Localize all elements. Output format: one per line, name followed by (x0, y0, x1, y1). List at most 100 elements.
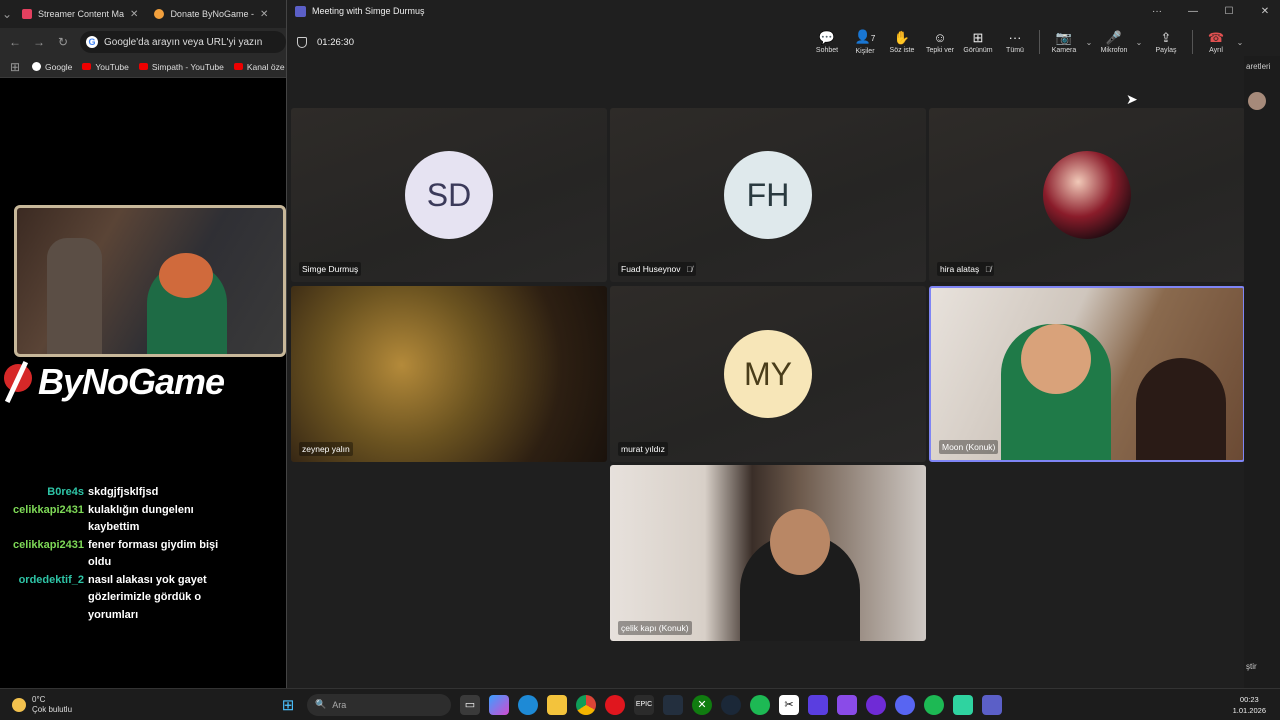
chat-text: kulaklığın dungelenı kaybettim (88, 503, 194, 534)
system-clock[interactable]: 00:23 1.01.2026 (1233, 694, 1266, 716)
people-button[interactable]: 👤7 Kişiler (847, 22, 883, 62)
address-bar[interactable]: G Google'da arayın veya URL'yi yazın (80, 31, 286, 53)
teams-icon[interactable] (982, 694, 1002, 715)
participant-tile[interactable]: SD Simge Durmuş (291, 108, 607, 282)
participant-tile[interactable]: MY murat yıldız (610, 286, 926, 462)
bookmark-youtube[interactable]: YouTube (82, 61, 129, 72)
windows-start-icon[interactable]: ⊞ (278, 695, 298, 715)
participant-name: murat yıldız (618, 442, 668, 456)
copilot-icon[interactable] (489, 694, 509, 715)
participant-tile[interactable]: hira alataş 🎙̸ (929, 108, 1245, 282)
meeting-toolbar: 01:26:30 💬 Sohbet 👤7 Kişiler ✋ Söz iste … (287, 22, 1280, 62)
edge-browser-icon[interactable] (518, 694, 538, 715)
chat-username: celikkapi2431 (13, 503, 84, 516)
participant-name-text: çelik kapı (Konuk) (621, 623, 689, 633)
spotify-icon[interactable] (750, 694, 770, 715)
participant-tile[interactable]: çelik kapı (Konuk) (610, 465, 926, 641)
youtube-icon (233, 63, 243, 70)
browser-omnibar: ← → ↻ G Google'da arayın veya URL'yi yaz… (0, 28, 286, 56)
more-label: Tümü (1006, 46, 1024, 54)
xbox-icon[interactable]: ✕ (692, 694, 712, 715)
participant-tile[interactable]: zeynep yalın (291, 286, 607, 462)
view-button[interactable]: ⊞ Görünüm (959, 22, 997, 62)
bookmark-label: Kanal öze (246, 61, 285, 72)
reload-icon[interactable]: ↻ (56, 35, 70, 49)
file-explorer-icon[interactable] (547, 694, 567, 715)
chat-bubble-icon: 💬 (818, 29, 836, 45)
camera-button[interactable]: 📷 Kamera (1046, 22, 1082, 62)
minimize-icon[interactable]: — (1178, 6, 1208, 17)
avatar: SD (405, 151, 493, 239)
participant-name: Simge Durmuş (299, 262, 362, 276)
meeting-title: Meeting with Simge Durmuş (312, 6, 425, 16)
participant-tile-active-speaker[interactable]: Moon (Konuk) (929, 286, 1245, 462)
taskbar-apps: ⊞ 🔍 Ara ▭ EPIC ✕ ✂ (278, 693, 1002, 716)
clock-date: 1.01.2026 (1232, 706, 1266, 715)
toolbar-divider (1192, 30, 1193, 54)
obs-icon[interactable] (866, 694, 886, 715)
raise-hand-button[interactable]: ✋ Söz iste (883, 22, 921, 62)
chat-message: B0re4s skdgjfjsklfjsd (0, 484, 286, 502)
weather-widget[interactable]: 0°C Çok bulutlu (0, 695, 278, 715)
amazon-games-icon[interactable] (663, 694, 683, 715)
chat-label: Sohbet (815, 46, 839, 54)
spotify-icon[interactable] (924, 694, 944, 715)
close-tab-icon[interactable]: ✕ (260, 9, 268, 20)
search-icon: 🔍 (315, 699, 327, 709)
close-window-icon[interactable]: ✕ (1250, 6, 1280, 17)
tab-label: Donate ByNoGame - (170, 9, 254, 19)
back-arrow-icon[interactable]: ← (8, 35, 22, 49)
chrome-icon[interactable] (576, 694, 596, 715)
chat-message: celikkapi2431 fener forması giydim bişi … (0, 537, 286, 572)
app-icon[interactable] (953, 694, 973, 715)
participant-name: hira alataş 🎙̸ (937, 262, 995, 276)
tab-favicon-icon (22, 9, 32, 19)
react-label: Tepki ver (925, 46, 954, 54)
bookmark-label: YouTube (95, 61, 129, 72)
app-icon[interactable] (808, 694, 828, 715)
participant-name-text: murat yıldız (621, 444, 665, 454)
profile-avatar-icon[interactable] (1248, 92, 1266, 110)
leave-options-chevron-icon[interactable]: ⌄ (1233, 38, 1247, 47)
mouse-cursor-icon: ➤ (1126, 91, 1138, 107)
people-icon: 👤7 (854, 28, 876, 44)
clipchamp-icon[interactable] (837, 694, 857, 715)
more-button[interactable]: ··· Tümü (997, 22, 1033, 62)
meeting-titlebar: Meeting with Simge Durmuş ··· — ☐ ✕ (287, 0, 1280, 22)
tab-list-chevron-icon[interactable]: ⌄ (0, 7, 14, 21)
mic-options-chevron-icon[interactable]: ⌄ (1132, 38, 1146, 47)
discord-icon[interactable] (895, 694, 915, 715)
epic-games-icon[interactable]: EPIC (634, 694, 654, 715)
bookmark-simpath[interactable]: Simpath - YouTube (138, 62, 224, 72)
chat-button[interactable]: 💬 Sohbet (807, 22, 847, 62)
react-button[interactable]: ☺ Tepki ver (921, 22, 959, 62)
leave-button[interactable]: ☎ Ayrıl (1199, 22, 1233, 62)
youtube-icon (138, 63, 148, 70)
apps-grid-icon[interactable]: ⊞ (8, 60, 22, 74)
forward-arrow-icon[interactable]: → (32, 35, 46, 49)
participant-tile[interactable]: FH Fuad Huseynov 🎙̸ (610, 108, 926, 282)
close-tab-icon[interactable]: ✕ (130, 9, 138, 20)
smiley-icon: ☺ (933, 29, 947, 45)
bookmark-kanal[interactable]: Kanal öze (233, 61, 285, 72)
camera-options-chevron-icon[interactable]: ⌄ (1082, 38, 1096, 47)
steam-icon[interactable] (721, 694, 741, 715)
capcut-icon[interactable]: ✂ (779, 694, 799, 715)
taskbar-search[interactable]: 🔍 Ara (307, 693, 451, 716)
more-options-icon[interactable]: ··· (1142, 6, 1172, 17)
mic-button[interactable]: 🎤 Mikrofon (1096, 22, 1132, 62)
browser-tab-strip: ⌄ Streamer Content Ma ✕ Donate ByNoGame … (0, 0, 286, 28)
task-view-icon[interactable]: ▭ (460, 694, 480, 715)
people-count: 7 (870, 33, 876, 43)
participant-name-text: Moon (Konuk) (942, 442, 996, 452)
opera-icon[interactable] (605, 694, 625, 715)
share-button[interactable]: ⇪ Paylaş (1146, 22, 1186, 62)
bookmark-google[interactable]: Google (32, 62, 72, 72)
address-placeholder: Google'da arayın veya URL'yi yazın (104, 36, 263, 48)
tab-label: Streamer Content Ma (38, 9, 125, 19)
streamer-webcam-frame (14, 205, 286, 357)
maximize-icon[interactable]: ☐ (1214, 6, 1244, 17)
browser-tab-streamer[interactable]: Streamer Content Ma ✕ (14, 0, 146, 28)
shield-icon (297, 36, 307, 48)
browser-tab-donate[interactable]: Donate ByNoGame - ✕ (146, 0, 276, 28)
